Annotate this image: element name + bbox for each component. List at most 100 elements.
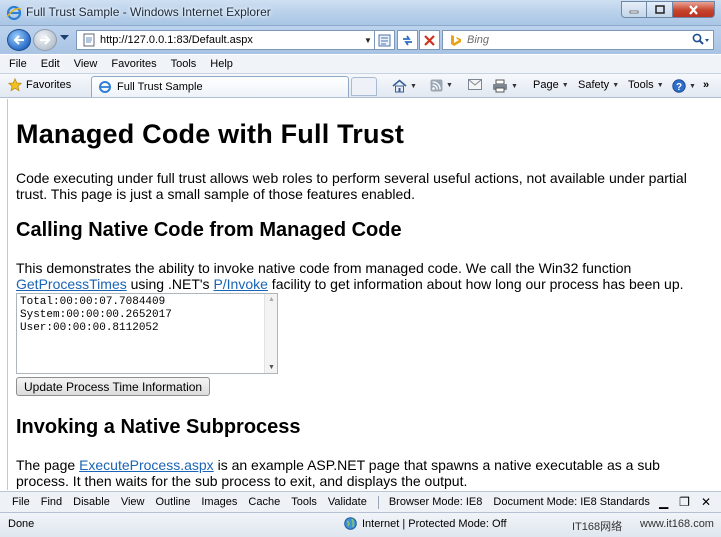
- page-dropdown-icon: ▼: [561, 81, 569, 89]
- close-icon: [689, 4, 698, 15]
- devtools-validate[interactable]: Validate: [328, 496, 367, 508]
- devtools-file[interactable]: File: [12, 496, 30, 508]
- home-button[interactable]: ▼: [392, 79, 417, 93]
- menu-help[interactable]: Help: [210, 58, 233, 70]
- feeds-button[interactable]: ▼: [430, 79, 453, 92]
- address-toolbar: http://127.0.0.1:83/Default.aspx ▼ Bing: [0, 26, 721, 54]
- back-button[interactable]: [7, 29, 31, 51]
- menu-view[interactable]: View: [74, 58, 98, 70]
- compatibility-view-icon: [378, 34, 391, 46]
- devtools-browser-mode[interactable]: Browser Mode: IE8: [389, 496, 483, 508]
- globe-icon: [344, 517, 357, 530]
- watermark-url: www.it168.com: [640, 518, 714, 530]
- tools-menu-button[interactable]: Tools ▼: [628, 79, 664, 91]
- address-url[interactable]: http://127.0.0.1:83/Default.aspx: [100, 34, 361, 46]
- devtools-cache[interactable]: Cache: [248, 496, 280, 508]
- home-icon: [392, 79, 407, 93]
- tab-full-trust-sample[interactable]: Full Trust Sample: [91, 76, 349, 97]
- textarea-scrollbar[interactable]: ▲ ▼: [264, 294, 277, 373]
- watermark-text: IT168网络: [572, 521, 623, 533]
- forward-arrow-icon: [40, 35, 51, 45]
- getprocesstimes-link[interactable]: GetProcessTimes: [16, 276, 127, 292]
- home-dropdown-icon[interactable]: ▼: [410, 83, 417, 90]
- menu-favorites[interactable]: Favorites: [111, 58, 156, 70]
- update-process-time-button[interactable]: Update Process Time Information: [16, 377, 211, 396]
- printer-icon: [493, 79, 507, 93]
- recent-pages-dropdown-icon[interactable]: [60, 35, 69, 41]
- stop-button[interactable]: [419, 30, 440, 50]
- section-native-code-paragraph: This demonstrates the ability to invoke …: [16, 260, 696, 292]
- toolbar-overflow-button[interactable]: »: [703, 79, 709, 91]
- minimize-button[interactable]: [621, 1, 647, 18]
- read-mail-button[interactable]: [468, 79, 482, 90]
- bing-logo-icon: [451, 35, 461, 46]
- devtools-tools[interactable]: Tools: [291, 496, 317, 508]
- safety-dropdown-icon: ▼: [612, 81, 620, 89]
- help-icon: ?: [672, 79, 686, 93]
- help-menu-button[interactable]: ? ▼: [672, 79, 696, 93]
- favorites-button[interactable]: Favorites: [8, 78, 71, 92]
- search-icon[interactable]: [691, 33, 709, 47]
- feeds-dropdown-icon[interactable]: ▼: [446, 82, 453, 89]
- tab-ie-icon: [99, 81, 111, 93]
- devtools-undock-icon[interactable]: ❐: [679, 495, 690, 509]
- safety-menu-button[interactable]: Safety ▼: [578, 79, 619, 91]
- forward-button[interactable]: [33, 29, 57, 51]
- refresh-icon: [403, 35, 412, 45]
- menu-edit[interactable]: Edit: [41, 58, 60, 70]
- page-content: Managed Code with Full Trust Code execut…: [7, 99, 712, 490]
- compatibility-view-button[interactable]: [374, 30, 395, 50]
- devtools-document-mode[interactable]: Document Mode: IE8 Standards: [493, 496, 650, 508]
- refresh-button[interactable]: [397, 30, 418, 50]
- close-window-button[interactable]: [673, 1, 715, 18]
- search-box[interactable]: Bing: [442, 30, 714, 50]
- security-zone-label: Internet | Protected Mode: Off: [362, 517, 507, 530]
- address-dropdown-icon[interactable]: ▼: [361, 36, 375, 45]
- address-bar[interactable]: http://127.0.0.1:83/Default.aspx ▼: [76, 30, 376, 50]
- window-title: Full Trust Sample - Windows Internet Exp…: [26, 5, 271, 19]
- maximize-button[interactable]: [647, 1, 673, 18]
- scroll-down-icon[interactable]: ▼: [268, 364, 275, 371]
- devtools-disable[interactable]: Disable: [73, 496, 110, 508]
- page-title: Managed Code with Full Trust: [16, 119, 405, 149]
- paragraph-text: using .NET's: [126, 276, 214, 292]
- new-tab-button[interactable]: [351, 77, 377, 96]
- devtools-view[interactable]: View: [121, 496, 145, 508]
- print-button[interactable]: ▼: [492, 79, 518, 93]
- page-menu-label: Page: [533, 79, 559, 91]
- chevron-right-icon: »: [703, 79, 710, 91]
- page-menu-button[interactable]: Page ▼: [533, 79, 569, 91]
- devtools-minimize-icon[interactable]: ▁: [659, 495, 668, 509]
- devtools-images[interactable]: Images: [201, 496, 237, 508]
- process-times-output: Total:00:00:07.7084409 System:00:00:00.2…: [20, 296, 172, 334]
- process-times-textarea[interactable]: Total:00:00:07.7084409 System:00:00:00.2…: [16, 293, 278, 374]
- status-bar: Done Internet | Protected Mode: Off IT16…: [0, 512, 721, 537]
- status-text: Done: [8, 518, 35, 530]
- favorites-label: Favorites: [26, 79, 72, 91]
- devtools-separator: [377, 495, 379, 509]
- search-placeholder[interactable]: Bing: [467, 34, 691, 46]
- devtools-outline[interactable]: Outline: [155, 496, 190, 508]
- rss-feed-icon: [430, 79, 443, 92]
- paragraph-text: facility to get information about how lo…: [267, 276, 684, 292]
- scroll-up-icon[interactable]: ▲: [268, 296, 275, 303]
- devtools-find[interactable]: Find: [41, 496, 62, 508]
- tools-dropdown-icon: ▼: [656, 81, 664, 89]
- menu-tools[interactable]: Tools: [171, 58, 197, 70]
- ie-logo-icon: [6, 5, 22, 21]
- executeprocess-link[interactable]: ExecuteProcess.aspx: [79, 457, 214, 473]
- menu-file[interactable]: File: [9, 58, 27, 70]
- pinvoke-link[interactable]: P/Invoke: [213, 276, 267, 292]
- devtools-close-icon[interactable]: ✕: [701, 495, 711, 509]
- svg-text:?: ?: [676, 82, 682, 93]
- print-dropdown-icon[interactable]: ▼: [511, 83, 518, 90]
- section-native-code-heading: Calling Native Code from Managed Code: [16, 219, 402, 241]
- security-zone[interactable]: Internet | Protected Mode: Off: [344, 517, 507, 530]
- back-arrow-icon: [13, 35, 24, 45]
- favorites-bar: Favorites Full Trust Sample ▼ ▼ ▼ Page ▼ …: [0, 74, 721, 98]
- paragraph-text: The page: [16, 457, 80, 473]
- minimize-icon: [629, 10, 639, 13]
- section-subprocess-heading: Invoking a Native Subprocess: [16, 416, 301, 438]
- menu-bar: File Edit View Favorites Tools Help: [0, 55, 721, 74]
- page-icon: [83, 33, 95, 47]
